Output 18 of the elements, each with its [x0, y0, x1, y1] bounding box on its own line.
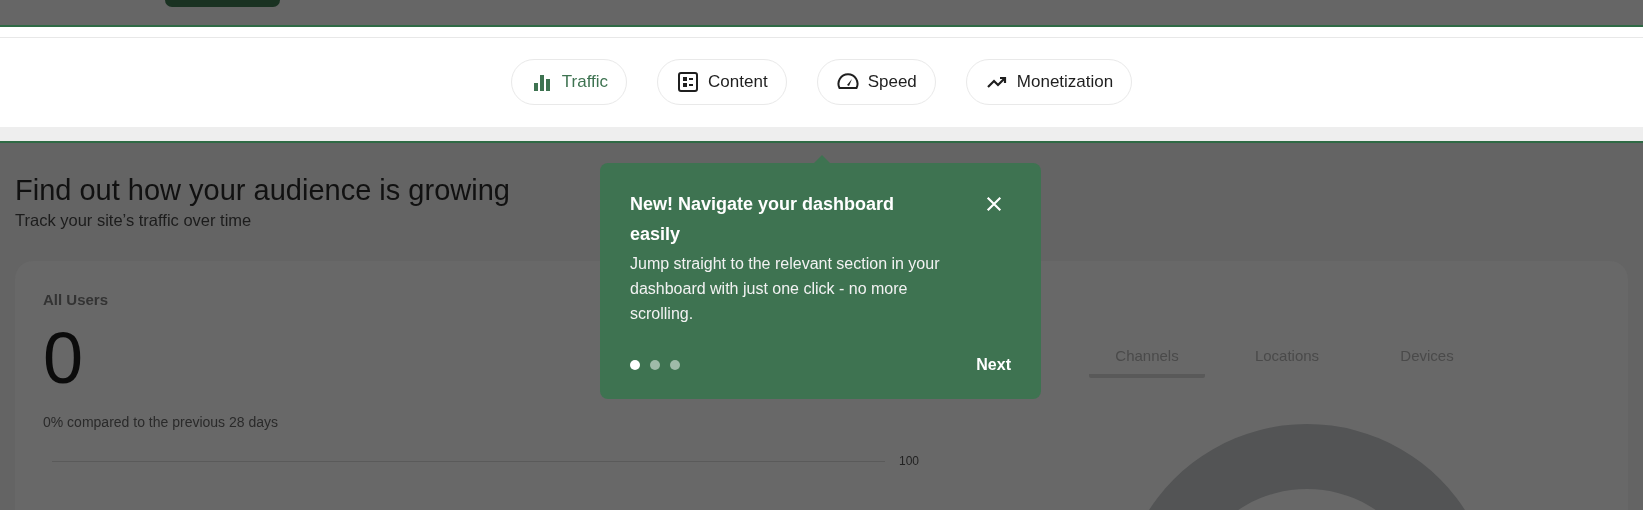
next-button[interactable]: Next: [976, 352, 1011, 378]
section-tab[interactable]: Traffic: [510, 59, 628, 105]
step-dot[interactable]: [630, 360, 640, 370]
section-subtitle: Track your site’s traffic over time: [15, 211, 252, 230]
metric-value: 0: [43, 317, 84, 400]
step-dot[interactable]: [650, 360, 660, 370]
header-button[interactable]: [165, 0, 280, 7]
section-tab[interactable]: Monetization: [965, 59, 1133, 105]
list-icon: [676, 70, 701, 94]
step-dot[interactable]: [670, 360, 680, 370]
section-heading: Find out how your audience is growing: [15, 173, 510, 207]
comparison-text: 0% compared to the previous 28 days: [43, 414, 279, 430]
tooltip-body: Jump straight to the relevant section in your dashboard with just one click - no more scrolling.: [630, 254, 941, 324]
section-tab[interactable]: Content: [657, 59, 787, 105]
axis-label: 100: [899, 454, 920, 468]
section-tab[interactable]: Speed: [816, 59, 936, 105]
close-icon[interactable]: [985, 195, 1003, 213]
tooltip-title: New! Navigate your dashboard easily: [630, 193, 896, 246]
